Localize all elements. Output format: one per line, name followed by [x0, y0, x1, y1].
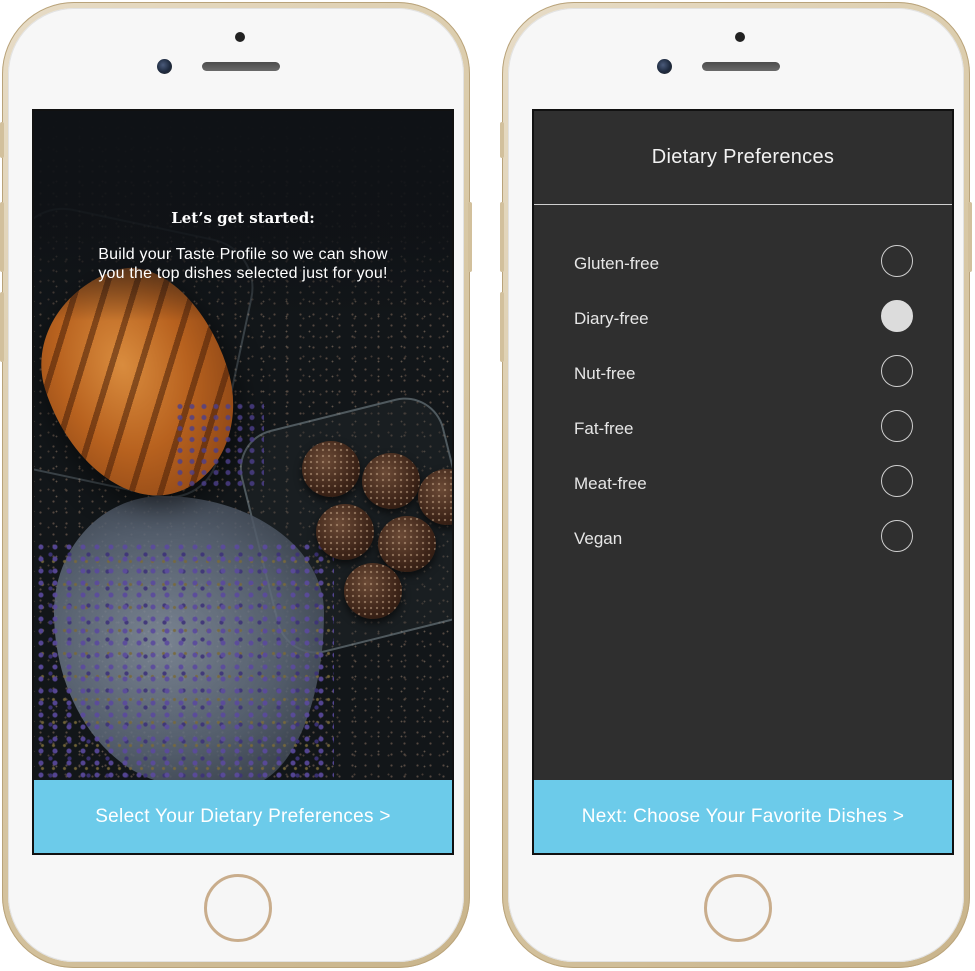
- front-camera: [657, 59, 672, 74]
- sensor-dot: [735, 32, 745, 42]
- dietary-preferences-screen: Dietary Preferences Gluten-free Diary-fr…: [534, 111, 952, 853]
- screen-header: Dietary Preferences: [534, 111, 952, 205]
- radio-button[interactable]: [881, 520, 913, 552]
- intro-title: Let’s get started:: [171, 209, 315, 227]
- volume-up-button: [500, 202, 504, 272]
- preferences-list: Gluten-free Diary-free Nut-free Fat-free…: [534, 235, 952, 565]
- choose-favorite-dishes-button[interactable]: Next: Choose Your Favorite Dishes >: [534, 780, 952, 853]
- radio-button[interactable]: [881, 465, 913, 497]
- page-title: Dietary Preferences: [651, 146, 835, 168]
- preference-row-nut-free[interactable]: Nut-free: [534, 345, 952, 400]
- chocolate-truffle: [362, 453, 420, 509]
- preference-label: Vegan: [574, 529, 623, 548]
- phone-mockup-right: Dietary Preferences Gluten-free Diary-fr…: [500, 2, 972, 968]
- power-button: [468, 202, 472, 272]
- phone-mockup-left: Let’s get started: Build your Taste Prof…: [0, 2, 472, 968]
- preference-row-gluten-free[interactable]: Gluten-free: [534, 235, 952, 290]
- preference-row-meat-free[interactable]: Meat-free: [534, 455, 952, 510]
- preference-label: Diary-free: [574, 309, 649, 328]
- chocolate-truffle: [316, 504, 374, 560]
- lavender-sprig: [174, 401, 264, 491]
- cta-label: Next: Choose Your Favorite Dishes >: [581, 805, 905, 827]
- mute-switch: [500, 122, 504, 158]
- preference-label: Nut-free: [574, 364, 636, 383]
- preference-row-diary-free[interactable]: Diary-free: [534, 290, 952, 345]
- welcome-screen: Let’s get started: Build your Taste Prof…: [34, 111, 452, 853]
- radio-button[interactable]: [881, 300, 913, 332]
- phone-face: Dietary Preferences Gluten-free Diary-fr…: [508, 8, 964, 962]
- power-button: [968, 202, 972, 272]
- intro-text-block: Let’s get started: Build your Taste Prof…: [34, 209, 452, 283]
- radio-button[interactable]: [881, 410, 913, 442]
- radio-button[interactable]: [881, 355, 913, 387]
- phone-face: Let’s get started: Build your Taste Prof…: [8, 8, 464, 962]
- preference-row-fat-free[interactable]: Fat-free: [534, 400, 952, 455]
- earpiece-speaker: [202, 62, 280, 71]
- home-button[interactable]: [204, 874, 272, 942]
- front-camera: [157, 59, 172, 74]
- intro-body: Build your Taste Profile so we can show …: [98, 246, 388, 282]
- lavender-flowers: [34, 541, 334, 781]
- chocolate-truffle: [302, 441, 360, 497]
- preference-label: Fat-free: [574, 419, 634, 438]
- home-button[interactable]: [704, 874, 772, 942]
- volume-down-button: [0, 292, 4, 362]
- volume-down-button: [500, 292, 504, 362]
- earpiece-speaker: [702, 62, 780, 71]
- volume-up-button: [0, 202, 4, 272]
- preference-label: Meat-free: [574, 474, 647, 493]
- preference-label: Gluten-free: [574, 254, 660, 273]
- cta-label: Select Your Dietary Preferences >: [95, 805, 391, 827]
- chocolate-truffle: [378, 516, 436, 572]
- mute-switch: [0, 122, 4, 158]
- select-dietary-preferences-button[interactable]: Select Your Dietary Preferences >: [34, 780, 452, 853]
- preference-row-vegan[interactable]: Vegan: [534, 510, 952, 565]
- radio-button[interactable]: [881, 245, 913, 277]
- chocolate-truffle: [344, 563, 402, 619]
- sensor-dot: [235, 32, 245, 42]
